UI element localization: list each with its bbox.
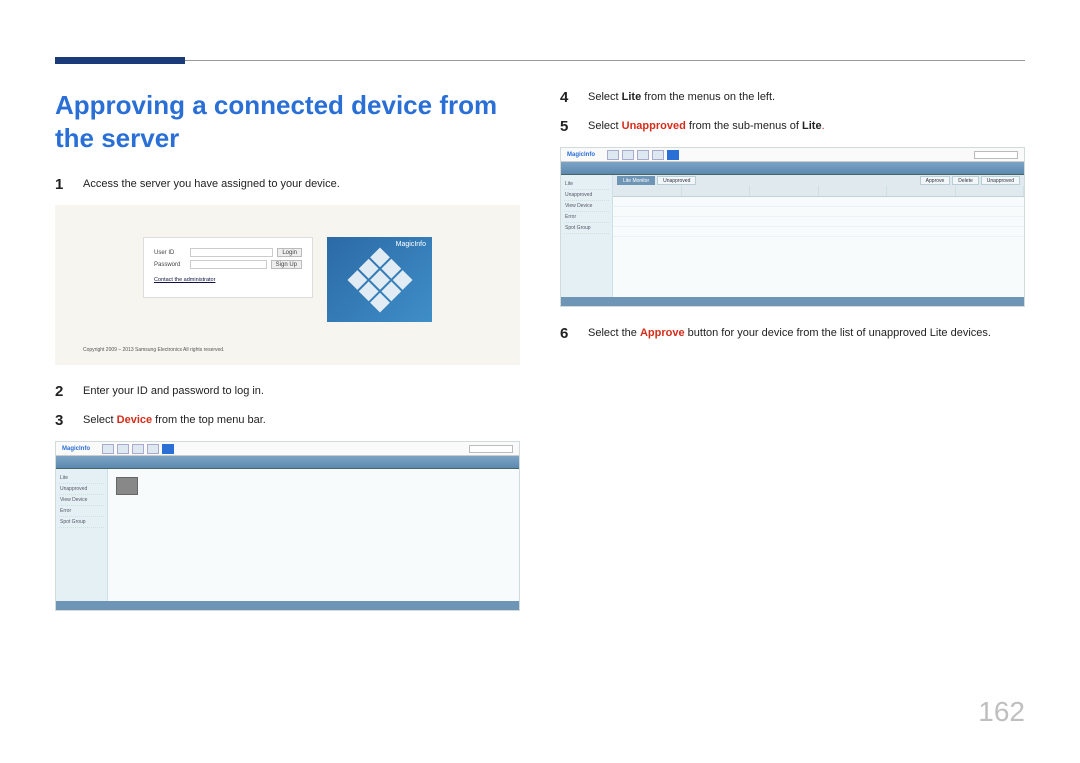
content-columns: Approving a connected device from the se… (55, 89, 1025, 629)
step-text: Select Device from the top menu bar. (83, 412, 266, 429)
left-column: Approving a connected device from the se… (55, 89, 520, 629)
table-header (613, 186, 1024, 197)
step-5: 5 Select Unapproved from the sub-menus o… (560, 118, 1025, 135)
step-number: 1 (55, 176, 69, 193)
step-highlight: Approve (640, 327, 685, 339)
app-sidebar: Lite Unapproved View Device Error Spot G… (561, 175, 613, 297)
app-main: Lite Monitor Unapproved Approve Delete U… (613, 175, 1024, 297)
sidebar-item: Lite (564, 179, 609, 190)
btn-delete: Delete (952, 176, 978, 185)
step-highlight-2: Lite (802, 120, 822, 132)
step-text: Select Unapproved from the sub-menus of … (588, 118, 825, 135)
login-form-mock: User ID Login Password Sign Up Contact t… (143, 237, 313, 298)
sidebar-item: View Device (59, 495, 104, 506)
search-field-mock (974, 151, 1018, 159)
step-text-post: button for your device from the list of … (685, 327, 991, 339)
user-id-field (190, 248, 273, 257)
step-text-post: from the menus on the left. (641, 91, 775, 103)
status-bar (561, 297, 1024, 306)
step-3: 3 Select Device from the top menu bar. (55, 412, 520, 429)
app-main (108, 469, 519, 601)
device-thumbnail (116, 477, 138, 495)
table-row (613, 207, 1024, 217)
tab-lite-monitor: Lite Monitor (617, 176, 655, 185)
screenshot-app-unapproved: MagicInfo Lite Unapproved View Device Er… (560, 147, 1025, 307)
step-text-end: . (822, 120, 825, 132)
device-nav-icon (667, 150, 679, 160)
contact-admin-link: Contact the administrator (154, 277, 302, 283)
app-toolbar (56, 456, 519, 469)
step-text-pre: Select (83, 414, 117, 426)
step-text-pre: Select (588, 120, 622, 132)
search-field-mock (469, 445, 513, 453)
login-button-mock: Login (277, 248, 302, 257)
tab-unapproved: Unapproved (657, 176, 696, 185)
sidebar-item: Unapproved (564, 190, 609, 201)
sidebar-item: Lite (59, 473, 104, 484)
sidebar-item: View Device (564, 201, 609, 212)
right-column: 4 Select Lite from the menus on the left… (560, 89, 1025, 629)
step-text: Enter your ID and password to log in. (83, 383, 264, 400)
sidebar-item: Spot Group (564, 223, 609, 234)
login-brand-panel: MagicInfo (327, 237, 432, 322)
step-text: Select Lite from the menus on the left. (588, 89, 775, 106)
user-id-label: User ID (154, 250, 186, 256)
step-text-post: from the top menu bar. (152, 414, 266, 426)
step-text-pre: Select (588, 91, 622, 103)
btn-approve: Approve (920, 176, 951, 185)
table-row (613, 227, 1024, 237)
diamond-pattern-icon (347, 247, 412, 312)
app-sidebar: Lite Unapproved View Device Error Spot G… (56, 469, 108, 601)
btn-unapproved: Unapproved (981, 176, 1020, 185)
screenshot-login: User ID Login Password Sign Up Contact t… (55, 205, 520, 365)
step-highlight: Lite (622, 91, 642, 103)
screenshot-app-device: MagicInfo Lite Unapproved View Device Er… (55, 441, 520, 611)
step-number: 5 (560, 118, 574, 135)
step-highlight: Device (117, 414, 152, 426)
header-rule (55, 60, 1025, 61)
step-number: 4 (560, 89, 574, 106)
step-2: 2 Enter your ID and password to log in. (55, 383, 520, 400)
step-text-mid: from the sub-menus of (686, 120, 802, 132)
table-row (613, 197, 1024, 207)
password-field (190, 260, 267, 269)
step-4: 4 Select Lite from the menus on the left… (560, 89, 1025, 106)
sidebar-item: Unapproved (59, 484, 104, 495)
step-1: 1 Access the server you have assigned to… (55, 176, 520, 193)
sidebar-item: Spot Group (59, 517, 104, 528)
sidebar-item: Error (564, 212, 609, 223)
app-logo: MagicInfo (567, 152, 595, 158)
step-text: Access the server you have assigned to y… (83, 176, 340, 193)
app-toolbar (561, 162, 1024, 175)
page-title: Approving a connected device from the se… (55, 89, 520, 154)
copyright-text: Copyright 2009 – 2013 Samsung Electronic… (83, 347, 224, 353)
brand-text: MagicInfo (396, 241, 426, 248)
signup-button-mock: Sign Up (271, 260, 302, 269)
step-text: Select the Approve button for your devic… (588, 325, 991, 342)
step-text-pre: Select the (588, 327, 640, 339)
nav-icons (102, 444, 174, 454)
step-6: 6 Select the Approve button for your dev… (560, 325, 1025, 342)
step-number: 6 (560, 325, 574, 342)
page-number: 162 (978, 696, 1025, 728)
app-logo: MagicInfo (62, 446, 90, 452)
step-number: 3 (55, 412, 69, 429)
status-bar (56, 601, 519, 610)
password-label: Password (154, 262, 186, 268)
sidebar-item: Error (59, 506, 104, 517)
nav-icons (607, 150, 679, 160)
step-highlight: Unapproved (622, 120, 686, 132)
step-number: 2 (55, 383, 69, 400)
device-nav-icon (162, 444, 174, 454)
table-row (613, 217, 1024, 227)
